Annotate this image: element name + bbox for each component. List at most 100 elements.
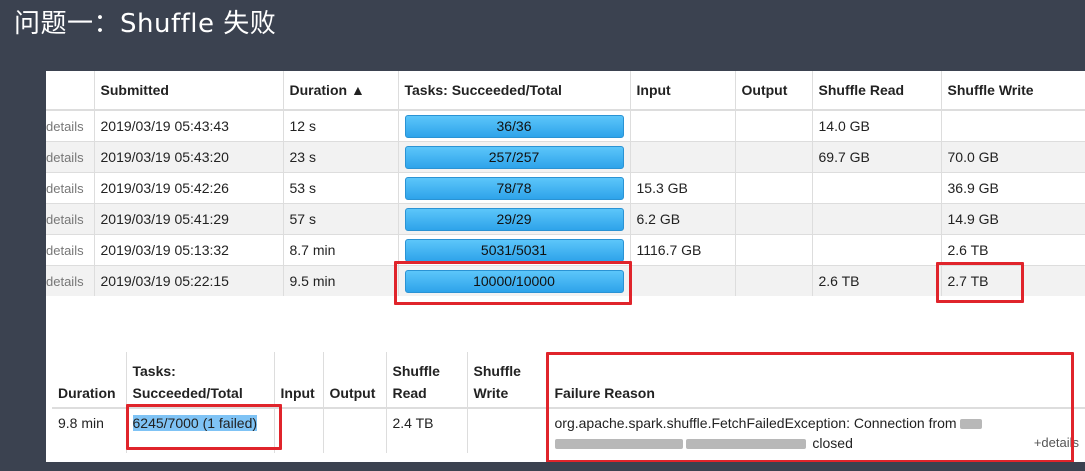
redacted-address xyxy=(685,439,806,450)
tasks-header[interactable]: Tasks: Succeeded/Total xyxy=(398,71,631,111)
shuffle-write-cell: 2.6 TB xyxy=(941,234,1085,266)
tasks-cell: 78/78 xyxy=(398,172,631,204)
duration-cell: 53 s xyxy=(283,172,399,204)
stages-header-row: Submitted Duration ▲ Tasks: Succeeded/To… xyxy=(46,71,1085,111)
stage-row: details 2019/03/19 05:22:15 9.5 min 1000… xyxy=(46,265,1085,296)
tasks-cell: 29/29 xyxy=(398,203,631,235)
failed-shuffle-read-cell: 2.4 TB xyxy=(386,408,468,453)
failure-reason-text: org.apache.spark.shuffle.FetchFailedExce… xyxy=(554,415,957,431)
failed-shuffle-read-header-line2: Read xyxy=(392,385,427,401)
shuffle-read-cell: 14.0 GB xyxy=(812,109,942,142)
input-cell: 1116.7 GB xyxy=(630,234,736,266)
stages-table: Submitted Duration ▲ Tasks: Succeeded/To… xyxy=(46,71,1085,296)
more-details-link[interactable]: +details xyxy=(1034,433,1079,453)
output-header[interactable]: Output xyxy=(735,71,813,111)
spark-ui-panel: Submitted Duration ▲ Tasks: Succeeded/To… xyxy=(46,71,1085,462)
duration-cell: 23 s xyxy=(283,141,399,173)
input-cell xyxy=(630,109,736,142)
redacted-host xyxy=(960,419,983,430)
duration-cell: 12 s xyxy=(283,109,399,142)
input-header[interactable]: Input xyxy=(630,71,736,111)
stage-row: details 2019/03/19 05:43:43 12 s 36/36 1… xyxy=(46,109,1085,142)
details-link[interactable]: details xyxy=(46,203,95,235)
slide-title: 问题一：Shuffle 失败 xyxy=(14,9,277,39)
shuffle-write-cell: 36.9 GB xyxy=(941,172,1085,204)
failed-shuffle-read-header-line1: Shuffle xyxy=(392,363,440,379)
submitted-cell: 2019/03/19 05:22:15 xyxy=(94,265,284,296)
stage-row: details 2019/03/19 05:13:32 8.7 min 5031… xyxy=(46,234,1085,266)
input-cell xyxy=(630,141,736,173)
shuffle-write-cell: 2.7 TB xyxy=(941,265,1085,296)
submitted-cell: 2019/03/19 05:41:29 xyxy=(94,203,284,235)
failed-input-cell xyxy=(274,408,324,453)
tasks-progress-bar: 78/78 xyxy=(404,176,624,200)
tasks-cell: 10000/10000 xyxy=(398,265,631,296)
shuffle-read-cell: 69.7 GB xyxy=(812,141,942,173)
tasks-progress-bar: 10000/10000 xyxy=(404,269,624,293)
tasks-cell: 36/36 xyxy=(398,109,631,142)
failed-stage-table: Duration Tasks: Succeeded/Total Input Ou… xyxy=(52,352,1085,453)
failed-stage-row: 9.8 min 6245/7000 (1 failed) 2.4 TB org.… xyxy=(52,408,1085,453)
output-cell xyxy=(735,203,813,235)
shuffle-read-cell: 2.6 TB xyxy=(812,265,942,296)
shuffle-read-cell xyxy=(812,203,942,235)
shuffle-write-cell: 70.0 GB xyxy=(941,141,1085,173)
failed-shuffle-write-cell xyxy=(467,408,549,453)
failed-duration-header[interactable]: Duration xyxy=(52,352,127,409)
duration-cell: 57 s xyxy=(283,203,399,235)
tasks-progress-bar: 36/36 xyxy=(404,114,624,138)
failed-header-row: Duration Tasks: Succeeded/Total Input Ou… xyxy=(52,352,1085,409)
failure-reason-header: Failure Reason xyxy=(548,352,1085,409)
input-cell: 6.2 GB xyxy=(630,203,736,235)
details-link[interactable]: details xyxy=(46,265,95,296)
submitted-cell: 2019/03/19 05:43:20 xyxy=(94,141,284,173)
failure-reason-line1: org.apache.spark.shuffle.FetchFailedExce… xyxy=(555,413,1080,433)
duration-header[interactable]: Duration ▲ xyxy=(283,71,399,111)
failure-reason-cell: org.apache.spark.shuffle.FetchFailedExce… xyxy=(548,408,1085,453)
failed-shuffle-write-header-line1: Shuffle xyxy=(473,363,521,379)
failure-reason-closed: closed xyxy=(812,435,853,451)
details-header xyxy=(46,71,95,111)
output-cell xyxy=(735,141,813,173)
output-cell xyxy=(735,265,813,296)
failed-output-cell xyxy=(323,408,387,453)
redacted-address xyxy=(554,439,683,450)
submitted-header[interactable]: Submitted xyxy=(94,71,284,111)
tasks-progress-bar: 5031/5031 xyxy=(404,238,624,262)
shuffle-write-header[interactable]: Shuffle Write xyxy=(941,71,1085,111)
stage-row: details 2019/03/19 05:43:20 23 s 257/257… xyxy=(46,141,1085,173)
failed-tasks-header[interactable]: Tasks: Succeeded/Total xyxy=(126,352,275,409)
failed-tasks-cell: 6245/7000 (1 failed) xyxy=(126,408,275,453)
details-link[interactable]: details xyxy=(46,234,95,266)
output-cell xyxy=(735,234,813,266)
stage-row: details 2019/03/19 05:41:29 57 s 29/29 6… xyxy=(46,203,1085,235)
details-link[interactable]: details xyxy=(46,172,95,204)
details-link[interactable]: details xyxy=(46,141,95,173)
output-cell xyxy=(735,109,813,142)
submitted-cell: 2019/03/19 05:42:26 xyxy=(94,172,284,204)
shuffle-write-cell xyxy=(941,109,1085,142)
failed-tasks-value: 6245/7000 (1 failed) xyxy=(132,415,258,431)
failed-tasks-header-line2: Succeeded/Total xyxy=(132,385,243,401)
submitted-cell: 2019/03/19 05:13:32 xyxy=(94,234,284,266)
stage-row: details 2019/03/19 05:42:26 53 s 78/78 1… xyxy=(46,172,1085,204)
shuffle-read-header[interactable]: Shuffle Read xyxy=(812,71,942,111)
failed-output-header[interactable]: Output xyxy=(323,352,387,409)
duration-cell: 8.7 min xyxy=(283,234,399,266)
input-cell xyxy=(630,265,736,296)
failed-tasks-header-line1: Tasks: xyxy=(132,363,176,379)
details-link[interactable]: details xyxy=(46,109,95,142)
failed-input-header[interactable]: Input xyxy=(274,352,324,409)
shuffle-read-cell xyxy=(812,234,942,266)
submitted-cell: 2019/03/19 05:43:43 xyxy=(94,109,284,142)
failed-shuffle-read-header[interactable]: Shuffle Read xyxy=(386,352,468,409)
shuffle-write-cell: 14.9 GB xyxy=(941,203,1085,235)
output-cell xyxy=(735,172,813,204)
tasks-cell: 5031/5031 xyxy=(398,234,631,266)
duration-cell: 9.5 min xyxy=(283,265,399,296)
shuffle-read-cell xyxy=(812,172,942,204)
failed-duration-cell: 9.8 min xyxy=(52,408,127,453)
failure-reason-line2: closed +details xyxy=(554,433,1079,453)
failed-shuffle-write-header[interactable]: Shuffle Write xyxy=(467,352,549,409)
failed-shuffle-write-header-line2: Write xyxy=(473,385,509,401)
